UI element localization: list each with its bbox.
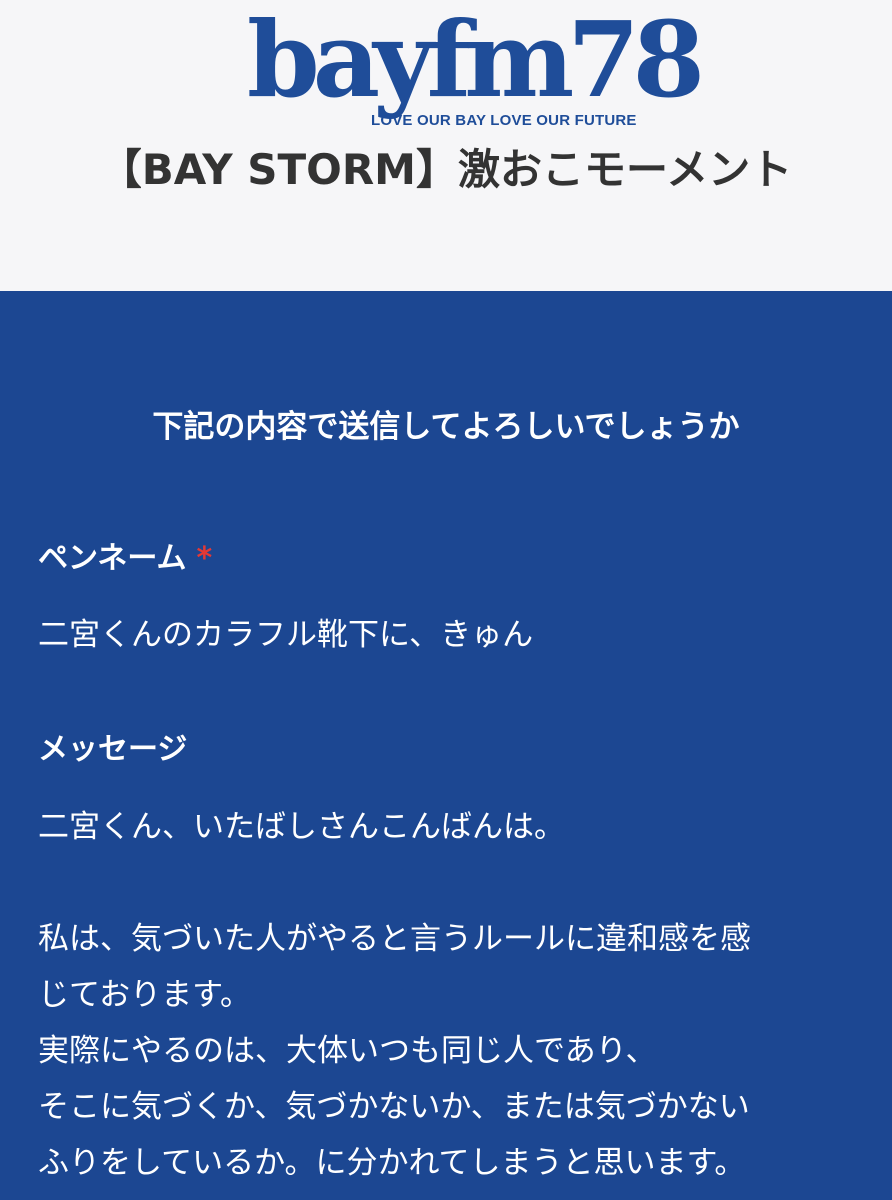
message-line: ふりをしているか。に分かれてしまうと思います。 bbox=[38, 1145, 746, 1181]
message-line: じております。 bbox=[38, 977, 251, 1013]
page-title: 【BAY STORM】激おこモーメント bbox=[99, 145, 793, 194]
confirmation-panel: 下記の内容で送信してよろしいでしょうか ペンネーム * 二宮くんのカラフル靴下に、… bbox=[0, 291, 892, 1200]
penname-label: ペンネーム * bbox=[38, 537, 212, 581]
message-line: 実際にやるのは、大体いつも同じ人であり、 bbox=[38, 1033, 657, 1069]
logo-wordmark: bayfm78 bbox=[247, 0, 705, 121]
logo-tagline: LOVE OUR BAY LOVE OUR FUTURE bbox=[371, 112, 637, 129]
confirm-heading: 下記の内容で送信してよろしいでしょうか bbox=[152, 409, 740, 445]
required-mark: * bbox=[196, 541, 213, 576]
penname-label-text: ペンネーム bbox=[38, 541, 187, 576]
penname-value: 二宮くんのカラフル靴下に、きゅん bbox=[38, 617, 534, 653]
message-line: 二宮くん、いたばしさんこんばんは。 bbox=[38, 809, 565, 845]
message-line: 私は、気づいた人がやると言うルールに違和感を感 bbox=[38, 921, 751, 957]
message-line: そこに気づくか、気づかないか、または気づかない bbox=[38, 1089, 750, 1125]
bayfm-logo[interactable]: bayfm78 LOVE OUR BAY LOVE OUR FUTURE bbox=[247, 8, 705, 134]
page-header: bayfm78 LOVE OUR BAY LOVE OUR FUTURE 【BA… bbox=[0, 0, 892, 291]
message-label: メッセージ bbox=[38, 732, 188, 767]
